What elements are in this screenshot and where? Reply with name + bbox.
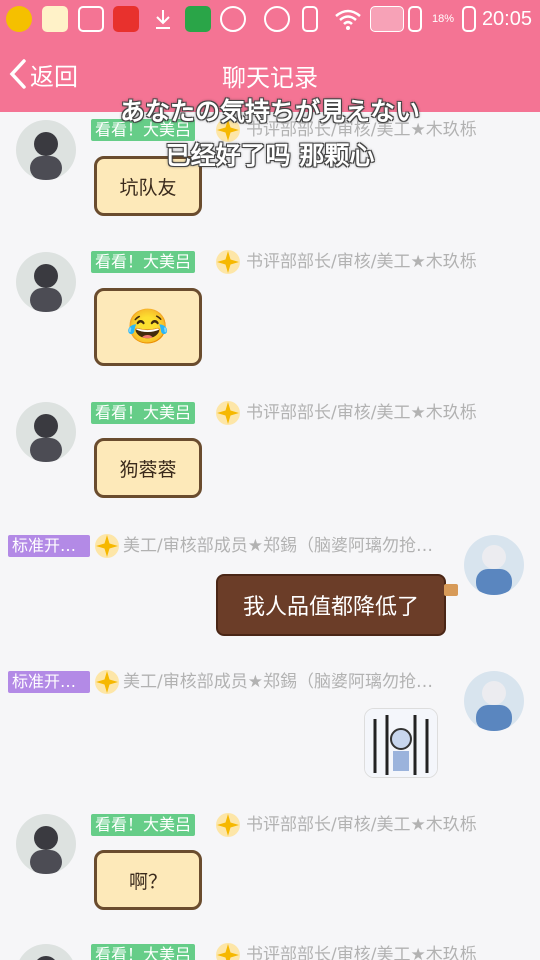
- username: 书评部部长/审核/美工★木玖栎: [246, 815, 477, 835]
- signal-icon: [370, 6, 404, 32]
- sticker-text: 狗蓉蓉: [119, 458, 177, 481]
- sticker-message[interactable]: 狗蓉蓉: [86, 434, 208, 504]
- lyric-line-2: 已经好了吗 那颗心: [165, 141, 375, 170]
- sticker-message[interactable]: 坑队友: [86, 152, 208, 222]
- battery-icon: [462, 6, 476, 32]
- user-badge: 标准开…: [8, 671, 90, 693]
- battery-percent: 18%: [432, 13, 455, 25]
- download-icon: [150, 6, 176, 32]
- username: 书评部部长/审核/美工★木玖栎: [246, 403, 477, 423]
- sticker-message[interactable]: 😂: [86, 284, 208, 374]
- avatar[interactable]: [464, 535, 524, 595]
- user-badge: 看看！大美吕: [91, 251, 196, 273]
- star-icon: [94, 669, 120, 695]
- user-badge: 看看！大美吕: [91, 944, 196, 960]
- avatar[interactable]: [16, 944, 76, 960]
- vibrate-icon: [302, 6, 318, 32]
- alarm-icon: [264, 6, 290, 32]
- sticker-text: 坑队友: [119, 176, 177, 199]
- username: 美工/审核部成员★郑錫（脑婆阿璃勿抢…: [123, 672, 433, 692]
- user-badge: 看看！大美吕: [91, 119, 196, 141]
- sogou-icon: [113, 6, 139, 32]
- username: 书评部部长/审核/美工★木玖栎: [246, 120, 477, 140]
- sticker-message[interactable]: 啊？: [86, 846, 208, 916]
- sim-icon: [408, 6, 422, 32]
- wifi-icon: [334, 6, 361, 32]
- music-app-icon: [6, 6, 32, 32]
- emoji-laughing-tears-icon: 😂: [126, 307, 170, 347]
- avatar[interactable]: [16, 120, 76, 180]
- username: 书评部部长/审核/美工★木玖栎: [246, 945, 477, 960]
- username: 书评部部长/审核/美工★木玖栎: [246, 252, 477, 272]
- star-icon: [215, 812, 241, 838]
- meme-image[interactable]: [364, 708, 438, 778]
- star-icon: [94, 533, 120, 559]
- user-badge: 标准开…: [8, 535, 90, 557]
- header: 返回 聊天记录: [0, 38, 540, 112]
- download-circle-icon: [220, 6, 246, 32]
- avatar[interactable]: [464, 671, 524, 731]
- clock: 20:05: [481, 8, 532, 30]
- store-icon: [185, 6, 211, 32]
- username: 美工/审核部成员★郑錫（脑婆阿璃勿抢…: [123, 536, 433, 556]
- screenshot-icon: [78, 6, 104, 32]
- sticker-text: 啊？: [128, 870, 167, 893]
- star-icon: [215, 249, 241, 275]
- avatar[interactable]: [16, 814, 76, 874]
- message-text: 我人品值都降低了: [242, 595, 419, 620]
- star-icon: [215, 942, 241, 960]
- star-icon: [215, 117, 241, 143]
- user-badge: 看看！大美吕: [91, 402, 196, 424]
- page-title: 聊天记录: [222, 64, 318, 92]
- bubble-decoration: [444, 584, 458, 596]
- chat-bubble[interactable]: 我人品值都降低了: [216, 574, 458, 636]
- status-bar: 18% 20:05: [0, 0, 540, 38]
- avatar-app-icon: [42, 6, 68, 32]
- avatar[interactable]: [16, 252, 76, 312]
- user-badge: 看看！大美吕: [91, 814, 196, 836]
- avatar[interactable]: [16, 402, 76, 462]
- star-icon: [215, 400, 241, 426]
